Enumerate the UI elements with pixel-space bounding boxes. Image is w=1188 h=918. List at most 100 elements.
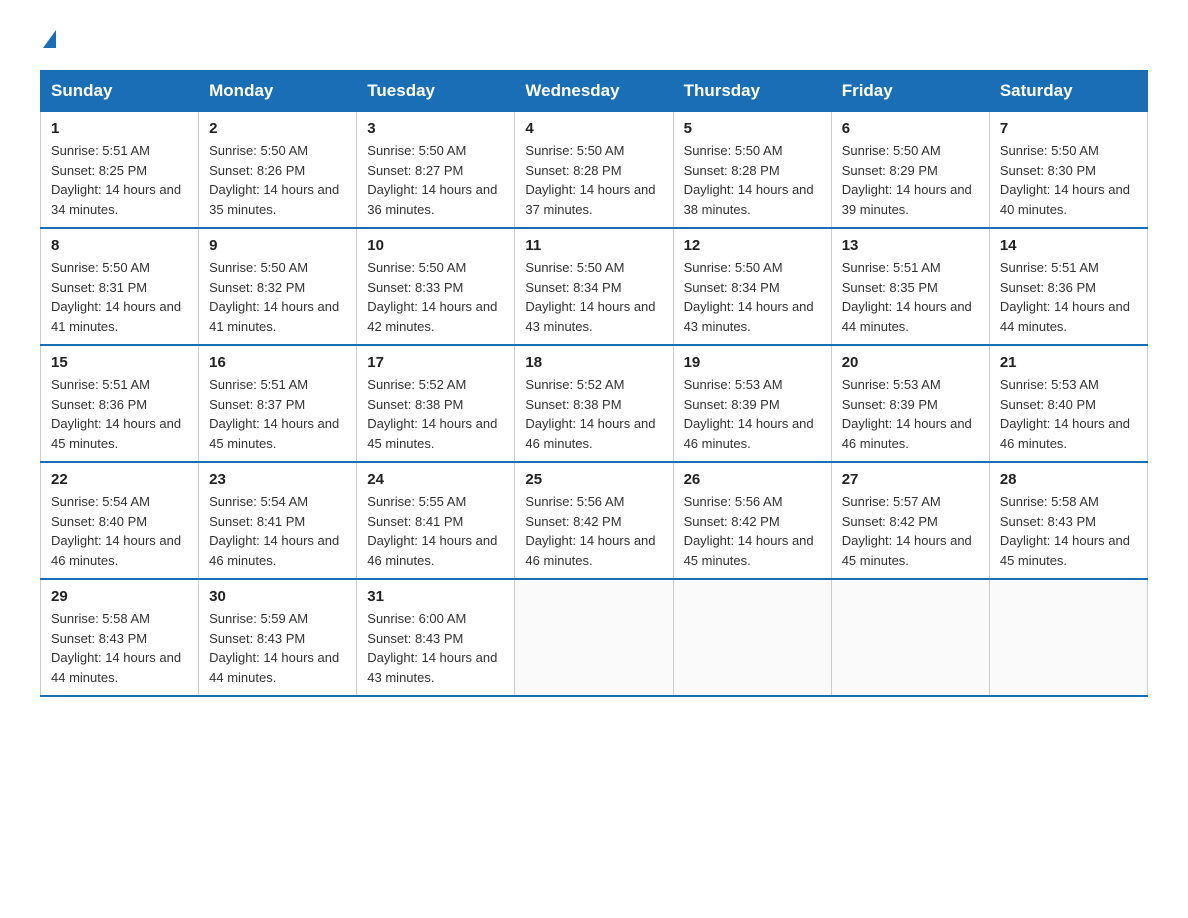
calendar-cell: 29 Sunrise: 5:58 AMSunset: 8:43 PMDayligh… [41, 579, 199, 696]
calendar-cell [515, 579, 673, 696]
calendar-header: SundayMondayTuesdayWednesdayThursdayFrid… [41, 71, 1148, 112]
day-info: Sunrise: 5:56 AMSunset: 8:42 PMDaylight:… [684, 492, 821, 570]
day-number: 14 [1000, 237, 1137, 254]
day-number: 16 [209, 354, 346, 371]
calendar-cell: 15 Sunrise: 5:51 AMSunset: 8:36 PMDayligh… [41, 345, 199, 462]
day-number: 17 [367, 354, 504, 371]
day-number: 26 [684, 471, 821, 488]
day-number: 20 [842, 354, 979, 371]
day-number: 24 [367, 471, 504, 488]
day-info: Sunrise: 5:51 AMSunset: 8:36 PMDaylight:… [51, 375, 188, 453]
day-info: Sunrise: 5:50 AMSunset: 8:28 PMDaylight:… [684, 141, 821, 219]
calendar-cell: 1Sunrise: 5:51 AMSunset: 8:25 PMDaylight… [41, 112, 199, 229]
logo-arrow-icon [43, 30, 56, 48]
day-info: Sunrise: 5:58 AMSunset: 8:43 PMDaylight:… [1000, 492, 1137, 570]
calendar-cell: 28 Sunrise: 5:58 AMSunset: 8:43 PMDayligh… [989, 462, 1147, 579]
day-info: Sunrise: 5:56 AMSunset: 8:42 PMDaylight:… [525, 492, 662, 570]
weekday-header-tuesday: Tuesday [357, 71, 515, 112]
day-info: Sunrise: 5:51 AMSunset: 8:25 PMDaylight:… [51, 141, 188, 219]
day-number: 15 [51, 354, 188, 371]
day-number: 27 [842, 471, 979, 488]
day-info: Sunrise: 5:51 AMSunset: 8:36 PMDaylight:… [1000, 258, 1137, 336]
calendar-week-row: 1Sunrise: 5:51 AMSunset: 8:25 PMDaylight… [41, 112, 1148, 229]
calendar-week-row: 8Sunrise: 5:50 AMSunset: 8:31 PMDaylight… [41, 228, 1148, 345]
day-number: 12 [684, 237, 821, 254]
calendar-cell: 20 Sunrise: 5:53 AMSunset: 8:39 PMDayligh… [831, 345, 989, 462]
day-number: 2 [209, 120, 346, 137]
weekday-header-monday: Monday [199, 71, 357, 112]
calendar-cell: 11Sunrise: 5:50 AMSunset: 8:34 PMDayligh… [515, 228, 673, 345]
calendar-cell: 2 Sunrise: 5:50 AMSunset: 8:26 PMDaylight… [199, 112, 357, 229]
day-number: 4 [525, 120, 662, 137]
calendar-body: 1Sunrise: 5:51 AMSunset: 8:25 PMDaylight… [41, 112, 1148, 697]
calendar-cell: 5Sunrise: 5:50 AMSunset: 8:28 PMDaylight… [673, 112, 831, 229]
day-number: 31 [367, 588, 504, 605]
day-info: Sunrise: 5:59 AMSunset: 8:43 PMDaylight:… [209, 609, 346, 687]
day-info: Sunrise: 5:50 AMSunset: 8:27 PMDaylight:… [367, 141, 504, 219]
day-info: Sunrise: 5:55 AMSunset: 8:41 PMDaylight:… [367, 492, 504, 570]
day-info: Sunrise: 5:53 AMSunset: 8:39 PMDaylight:… [842, 375, 979, 453]
calendar-cell: 10 Sunrise: 5:50 AMSunset: 8:33 PMDayligh… [357, 228, 515, 345]
calendar-cell: 6 Sunrise: 5:50 AMSunset: 8:29 PMDaylight… [831, 112, 989, 229]
day-number: 6 [842, 120, 979, 137]
day-info: Sunrise: 5:51 AMSunset: 8:37 PMDaylight:… [209, 375, 346, 453]
calendar-week-row: 22Sunrise: 5:54 AMSunset: 8:40 PMDayligh… [41, 462, 1148, 579]
calendar-cell: 9 Sunrise: 5:50 AMSunset: 8:32 PMDaylight… [199, 228, 357, 345]
calendar-cell: 4 Sunrise: 5:50 AMSunset: 8:28 PMDaylight… [515, 112, 673, 229]
day-info: Sunrise: 5:50 AMSunset: 8:26 PMDaylight:… [209, 141, 346, 219]
day-number: 28 [1000, 471, 1137, 488]
day-info: Sunrise: 5:52 AMSunset: 8:38 PMDaylight:… [367, 375, 504, 453]
day-info: Sunrise: 5:50 AMSunset: 8:31 PMDaylight:… [51, 258, 188, 336]
calendar-cell: 23 Sunrise: 5:54 AMSunset: 8:41 PMDayligh… [199, 462, 357, 579]
calendar-cell: 31 Sunrise: 6:00 AMSunset: 8:43 PMDayligh… [357, 579, 515, 696]
calendar-cell: 13 Sunrise: 5:51 AMSunset: 8:35 PMDayligh… [831, 228, 989, 345]
day-number: 13 [842, 237, 979, 254]
day-info: Sunrise: 5:50 AMSunset: 8:34 PMDaylight:… [684, 258, 821, 336]
calendar-cell: 16 Sunrise: 5:51 AMSunset: 8:37 PMDayligh… [199, 345, 357, 462]
calendar-table: SundayMondayTuesdayWednesdayThursdayFrid… [40, 70, 1148, 697]
calendar-cell: 27 Sunrise: 5:57 AMSunset: 8:42 PMDayligh… [831, 462, 989, 579]
calendar-cell: 17 Sunrise: 5:52 AMSunset: 8:38 PMDayligh… [357, 345, 515, 462]
day-info: Sunrise: 5:52 AMSunset: 8:38 PMDaylight:… [525, 375, 662, 453]
day-info: Sunrise: 5:50 AMSunset: 8:33 PMDaylight:… [367, 258, 504, 336]
day-info: Sunrise: 5:50 AMSunset: 8:29 PMDaylight:… [842, 141, 979, 219]
day-info: Sunrise: 5:51 AMSunset: 8:35 PMDaylight:… [842, 258, 979, 336]
day-number: 25 [525, 471, 662, 488]
weekday-header-saturday: Saturday [989, 71, 1147, 112]
calendar-cell: 14 Sunrise: 5:51 AMSunset: 8:36 PMDayligh… [989, 228, 1147, 345]
day-info: Sunrise: 5:57 AMSunset: 8:42 PMDaylight:… [842, 492, 979, 570]
day-info: Sunrise: 5:50 AMSunset: 8:28 PMDaylight:… [525, 141, 662, 219]
calendar-week-row: 29 Sunrise: 5:58 AMSunset: 8:43 PMDayligh… [41, 579, 1148, 696]
day-number: 18 [525, 354, 662, 371]
day-number: 29 [51, 588, 188, 605]
day-info: Sunrise: 5:50 AMSunset: 8:30 PMDaylight:… [1000, 141, 1137, 219]
day-info: Sunrise: 5:54 AMSunset: 8:41 PMDaylight:… [209, 492, 346, 570]
day-info: Sunrise: 5:58 AMSunset: 8:43 PMDaylight:… [51, 609, 188, 687]
day-number: 21 [1000, 354, 1137, 371]
day-number: 10 [367, 237, 504, 254]
calendar-cell: 8Sunrise: 5:50 AMSunset: 8:31 PMDaylight… [41, 228, 199, 345]
day-info: Sunrise: 5:54 AMSunset: 8:40 PMDaylight:… [51, 492, 188, 570]
calendar-cell: 7 Sunrise: 5:50 AMSunset: 8:30 PMDaylight… [989, 112, 1147, 229]
weekday-header-friday: Friday [831, 71, 989, 112]
logo [40, 30, 56, 50]
calendar-cell [831, 579, 989, 696]
calendar-cell: 25 Sunrise: 5:56 AMSunset: 8:42 PMDayligh… [515, 462, 673, 579]
day-info: Sunrise: 6:00 AMSunset: 8:43 PMDaylight:… [367, 609, 504, 687]
day-number: 11 [525, 237, 662, 254]
weekday-header-row: SundayMondayTuesdayWednesdayThursdayFrid… [41, 71, 1148, 112]
day-info: Sunrise: 5:50 AMSunset: 8:32 PMDaylight:… [209, 258, 346, 336]
day-info: Sunrise: 5:53 AMSunset: 8:40 PMDaylight:… [1000, 375, 1137, 453]
calendar-cell: 18 Sunrise: 5:52 AMSunset: 8:38 PMDayligh… [515, 345, 673, 462]
calendar-cell: 22Sunrise: 5:54 AMSunset: 8:40 PMDayligh… [41, 462, 199, 579]
day-number: 19 [684, 354, 821, 371]
day-number: 23 [209, 471, 346, 488]
day-info: Sunrise: 5:53 AMSunset: 8:39 PMDaylight:… [684, 375, 821, 453]
calendar-cell: 3Sunrise: 5:50 AMSunset: 8:27 PMDaylight… [357, 112, 515, 229]
calendar-cell: 30 Sunrise: 5:59 AMSunset: 8:43 PMDayligh… [199, 579, 357, 696]
day-number: 30 [209, 588, 346, 605]
weekday-header-wednesday: Wednesday [515, 71, 673, 112]
calendar-cell: 19 Sunrise: 5:53 AMSunset: 8:39 PMDayligh… [673, 345, 831, 462]
day-number: 7 [1000, 120, 1137, 137]
day-number: 9 [209, 237, 346, 254]
